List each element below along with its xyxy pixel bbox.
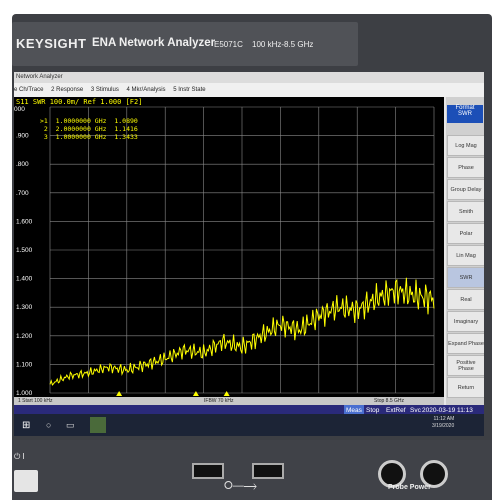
y-tick-label: 1.500 — [16, 247, 33, 254]
softkey-panel: Format SWR Log Mag Phase Group Delay Smi… — [446, 97, 484, 407]
marker-indicator[interactable] — [116, 391, 123, 396]
taskbar-clock: 11:12 AM 3/19/2020 — [432, 416, 455, 429]
probe-power-label: Probe Power — [388, 484, 431, 491]
windows-taskbar: ⊞ ○ ▭ — [14, 414, 484, 436]
menu-mkr-analysis[interactable]: 4 Mkr/Analysis — [127, 87, 166, 93]
app-icon[interactable] — [90, 417, 106, 433]
menu-ch-trace[interactable]: e Ch/Trace — [14, 87, 43, 93]
y-tick-label: 1.600 — [16, 218, 33, 225]
trace-plot[interactable]: .900 .800 .700 1.600 1.500 1.400 1.300 1.200 1.1… — [14, 97, 444, 405]
usb-icon: ⭘—⟶ — [224, 480, 257, 492]
softkey-polar[interactable]: Polar — [447, 223, 484, 244]
y-tick-label: 1.000 — [16, 390, 33, 397]
ref-tick: 000 — [14, 106, 25, 113]
windows-start-icon[interactable]: ⊞ — [22, 420, 30, 431]
marker-row: 3 1.0000000 GHz 1.3433 — [40, 133, 138, 141]
plot-svg: .900 .800 .700 1.600 1.500 1.400 1.300 1.200 1.1… — [16, 106, 435, 397]
y-tick-label: 1.400 — [16, 276, 33, 283]
softkey-phase[interactable]: Phase — [447, 157, 484, 178]
analyzer-screen: Network Analyzer e Ch/Trace 2 Response 3… — [14, 72, 484, 416]
softkey-positive-phase[interactable]: Positive Phase — [447, 355, 484, 376]
softkey-real[interactable]: Real — [447, 289, 484, 310]
task-view-icon[interactable]: ▭ — [66, 420, 75, 431]
footer-stop: Stop 8.5 GHz — [374, 398, 405, 404]
marker-row: 2 2.0000000 GHz 1.1416 — [40, 125, 138, 133]
freq-range: 100 kHz-8.5 GHz — [252, 40, 314, 49]
search-icon[interactable]: ○ — [46, 420, 51, 430]
y-tick-label: 1.300 — [16, 304, 33, 311]
window-title: Network Analyzer — [14, 72, 484, 83]
power-button[interactable] — [14, 470, 38, 492]
softkey-return[interactable]: Return — [447, 377, 484, 398]
y-tick-label: .800 — [16, 161, 29, 168]
plot-footer: 1 Start 100 kHz IFBW 70 kHz Stop 8.5 GHz — [14, 397, 444, 405]
softkey-smith[interactable]: Smith — [447, 201, 484, 222]
y-tick-label: .900 — [16, 133, 29, 140]
softkey-imaginary[interactable]: Imaginary — [447, 311, 484, 332]
y-tick-label: 1.100 — [16, 361, 33, 368]
usb-port[interactable] — [252, 463, 284, 479]
softkey-group-delay[interactable]: Group Delay — [447, 179, 484, 200]
menu-stimulus[interactable]: 3 Stimulus — [91, 87, 119, 93]
softkey-log-mag[interactable]: Log Mag — [447, 135, 484, 156]
menubar: e Ch/Trace 2 Response 3 Stimulus 4 Mkr/A… — [14, 83, 484, 97]
model-number: E5071C — [214, 40, 243, 49]
y-tick-label: .700 — [16, 190, 29, 197]
y-tick-label: 1.200 — [16, 333, 33, 340]
brand-logo: KEYSIGHT — [16, 36, 87, 51]
menu-instr-state[interactable]: 5 Instr State — [173, 87, 205, 93]
marker-row: >1 1.0000000 GHz 1.0890 — [40, 117, 138, 125]
softkey-expand-phase[interactable]: Expand Phase — [447, 333, 484, 354]
footer-start: 1 Start 100 kHz — [18, 398, 53, 404]
power-icon: ⏻ I — [14, 452, 25, 461]
usb-port[interactable] — [192, 463, 224, 479]
product-name: ENA Network Analyzer — [92, 37, 216, 49]
menu-response[interactable]: 2 Response — [51, 87, 83, 93]
marker-indicator[interactable] — [223, 391, 230, 396]
softkey-lin-mag[interactable]: Lin Mag — [447, 245, 484, 266]
marker-indicator[interactable] — [192, 391, 199, 396]
trace-header: S11 SWR 100.0m/ Ref 1.000 [F2] — [16, 98, 143, 106]
footer-ifbw: IFBW 70 kHz — [204, 398, 234, 404]
softkey-swr[interactable]: SWR — [447, 267, 484, 288]
softkey-header: Format SWR — [447, 105, 483, 123]
